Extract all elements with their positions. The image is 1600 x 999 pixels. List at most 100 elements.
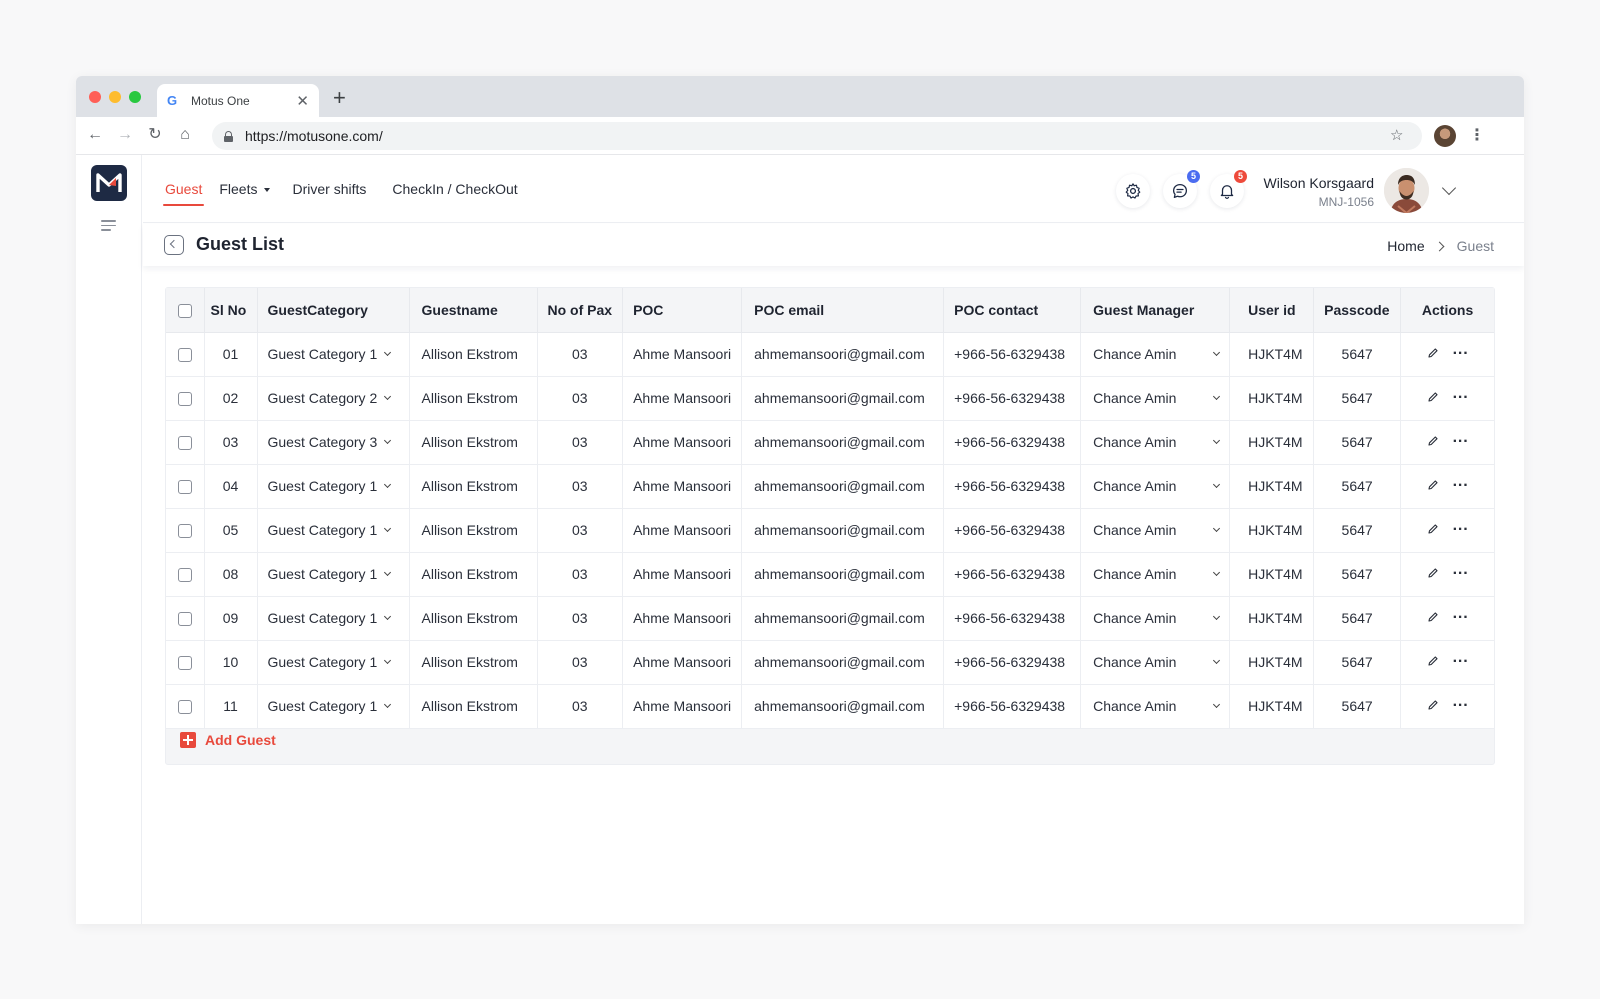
row-select-cell	[166, 640, 205, 685]
edit-icon[interactable]	[1427, 390, 1439, 406]
page-header: Guest List Home Guest	[143, 224, 1524, 266]
bookmark-star-icon[interactable]: ☆	[1390, 126, 1403, 144]
guest-manager-value: Chance Amin	[1093, 346, 1177, 362]
guest-manager-select[interactable]: Chance Amin	[1080, 464, 1231, 509]
guest-manager-select[interactable]: Chance Amin	[1080, 640, 1231, 685]
guest-category-select[interactable]: Guest Category 1	[257, 596, 410, 641]
avatar[interactable]	[1384, 168, 1429, 213]
row-checkbox[interactable]	[177, 612, 192, 627]
passcode-cell: 5647	[1313, 420, 1402, 465]
more-options-icon[interactable]: ···	[1453, 522, 1469, 538]
pax-cell: 03	[537, 508, 624, 553]
guest-category-select[interactable]: Guest Category 1	[257, 640, 410, 685]
guest-category-select[interactable]: Guest Category 1	[257, 684, 410, 729]
close-window-button[interactable]	[89, 91, 101, 103]
edit-icon[interactable]	[1427, 610, 1439, 626]
edit-icon[interactable]	[1427, 434, 1439, 450]
poc-contact-cell: +966-56-6329438	[943, 376, 1082, 421]
row-checkbox[interactable]	[177, 700, 192, 715]
browser-tab[interactable]: G Motus One ✕	[157, 84, 319, 117]
url-text: https://motusone.com/	[245, 128, 383, 144]
guest-manager-select[interactable]: Chance Amin	[1080, 508, 1231, 553]
select-all-checkbox[interactable]	[177, 303, 192, 318]
chevron-down-icon	[1213, 392, 1221, 401]
more-options-icon[interactable]: ···	[1453, 346, 1469, 362]
header-poc-contact: POC contact	[943, 288, 1082, 333]
row-checkbox[interactable]	[177, 392, 192, 407]
row-checkbox[interactable]	[177, 436, 192, 451]
guestname-cell: Allison Ekstrom	[409, 332, 538, 377]
new-tab-icon[interactable]: +	[333, 86, 346, 110]
more-options-icon[interactable]: ···	[1453, 654, 1469, 670]
top-navigation: Guest Fleets Driver shifts CheckIn / Che…	[143, 155, 1524, 223]
nav-checkin-checkout[interactable]: CheckIn / CheckOut	[392, 181, 517, 206]
browser-menu-icon[interactable]: ⋮	[1469, 125, 1485, 145]
poc-email-cell: ahmemansoori@gmail.com	[741, 684, 945, 729]
guest-category-select[interactable]: Guest Category 1	[257, 332, 410, 377]
nav-driver-shifts[interactable]: Driver shifts	[292, 181, 366, 206]
passcode-cell: 5647	[1313, 552, 1402, 597]
row-checkbox[interactable]	[177, 524, 192, 539]
edit-icon[interactable]	[1427, 698, 1439, 714]
add-guest-button[interactable]: Add Guest	[180, 732, 276, 748]
close-tab-icon[interactable]: ✕	[296, 92, 309, 110]
guest-manager-select[interactable]: Chance Amin	[1080, 552, 1231, 597]
messages-button[interactable]: 5	[1163, 170, 1200, 208]
guest-category-select[interactable]: Guest Category 3	[257, 420, 410, 465]
more-options-icon[interactable]: ···	[1453, 610, 1469, 626]
chevron-down-icon	[384, 480, 392, 489]
nav-fleets[interactable]: Fleets	[219, 181, 271, 206]
row-checkbox[interactable]	[177, 656, 192, 671]
motus-logo[interactable]	[91, 165, 127, 201]
guest-manager-select[interactable]: Chance Amin	[1080, 376, 1231, 421]
guest-category-select[interactable]: Guest Category 1	[257, 464, 410, 509]
sl-no-cell: 01	[204, 332, 258, 377]
back-arrow-icon[interactable]: ←	[86, 126, 104, 144]
breadcrumb-home[interactable]: Home	[1387, 238, 1424, 254]
edit-icon[interactable]	[1427, 346, 1439, 362]
table-row: 01 Guest Category 1 Allison Ekstrom 03 Ahme …	[166, 332, 1494, 377]
user-menu-chevron-icon[interactable]	[1441, 180, 1457, 196]
more-options-icon[interactable]: ···	[1453, 434, 1469, 450]
browser-profile-avatar[interactable]	[1434, 125, 1456, 147]
more-options-icon[interactable]: ···	[1453, 478, 1469, 494]
more-options-icon[interactable]: ···	[1453, 390, 1469, 406]
header-poc-email: POC email	[741, 288, 945, 333]
guest-category-select[interactable]: Guest Category 1	[257, 508, 410, 553]
actions-cell: ···	[1400, 684, 1494, 729]
table-body: 01 Guest Category 1 Allison Ekstrom 03 Ahme …	[166, 332, 1494, 729]
home-icon[interactable]: ⌂	[176, 126, 194, 144]
guest-manager-select[interactable]: Chance Amin	[1080, 332, 1231, 377]
maximize-window-button[interactable]	[129, 91, 141, 103]
forward-arrow-icon[interactable]: →	[116, 126, 134, 144]
menu-toggle-icon[interactable]	[101, 220, 116, 234]
user-id-cell: HJKT4M	[1229, 332, 1315, 377]
more-options-icon[interactable]: ···	[1453, 698, 1469, 714]
row-checkbox[interactable]	[177, 568, 192, 583]
edit-icon[interactable]	[1427, 478, 1439, 494]
edit-icon[interactable]	[1427, 566, 1439, 582]
poc-cell: Ahme Mansoori	[622, 420, 743, 465]
notifications-button[interactable]: 5	[1210, 170, 1247, 208]
lock-icon	[224, 130, 233, 142]
guest-category-select[interactable]: Guest Category 1	[257, 552, 410, 597]
more-options-icon[interactable]: ···	[1453, 566, 1469, 582]
poc-contact-cell: +966-56-6329438	[943, 332, 1082, 377]
reload-icon[interactable]: ↻	[146, 126, 164, 144]
back-button[interactable]	[164, 235, 184, 255]
guest-manager-select[interactable]: Chance Amin	[1080, 420, 1231, 465]
guest-category-select[interactable]: Guest Category 2	[257, 376, 410, 421]
minimize-window-button[interactable]	[109, 91, 121, 103]
edit-icon[interactable]	[1427, 522, 1439, 538]
nav-guest[interactable]: Guest	[162, 181, 205, 206]
guest-manager-select[interactable]: Chance Amin	[1080, 596, 1231, 641]
user-info[interactable]: Wilson Korsgaard MNJ-1056	[1256, 175, 1375, 209]
guest-manager-select[interactable]: Chance Amin	[1080, 684, 1231, 729]
row-checkbox[interactable]	[177, 480, 192, 495]
chevron-down-icon	[1213, 700, 1221, 709]
edit-icon[interactable]	[1427, 654, 1439, 670]
caret-down-icon	[264, 188, 271, 193]
url-input[interactable]: https://motusone.com/	[212, 122, 1422, 150]
settings-button[interactable]	[1116, 174, 1150, 208]
row-checkbox[interactable]	[177, 348, 192, 363]
